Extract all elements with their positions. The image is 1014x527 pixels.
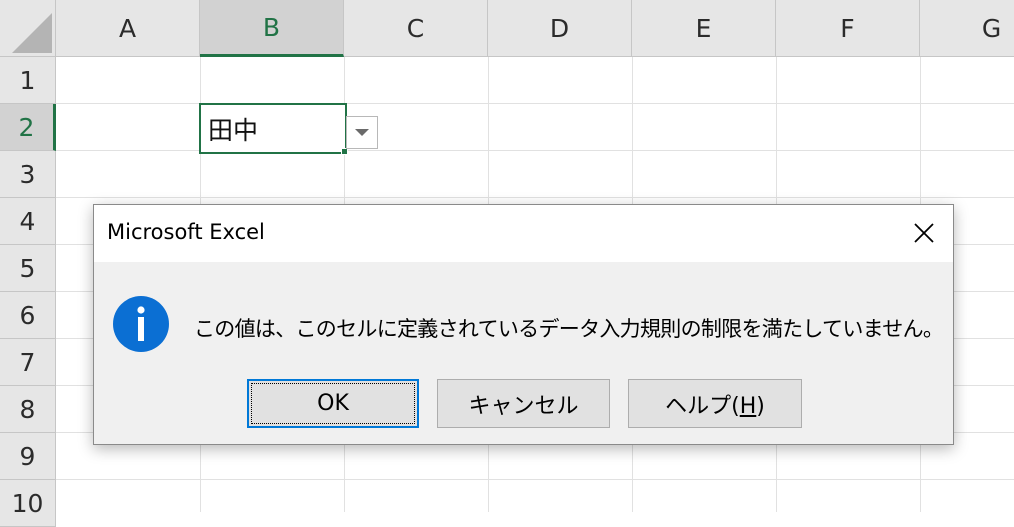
ok-button[interactable]: OK: [247, 379, 419, 428]
column-header-f[interactable]: F: [776, 0, 920, 57]
cancel-button-label: キャンセル: [468, 393, 579, 419]
help-accelerator-key: H: [739, 393, 757, 419]
column-header-e[interactable]: E: [632, 0, 776, 57]
row-header-10[interactable]: 10: [0, 480, 56, 527]
select-all-corner[interactable]: [0, 0, 56, 57]
row-header-1[interactable]: 1: [0, 57, 56, 104]
validation-error-dialog: Microsoft Excel この値は、このセルに定義されているデータ入力規則…: [93, 204, 954, 445]
row-header-5[interactable]: 5: [0, 245, 56, 292]
row-header-6[interactable]: 6: [0, 292, 56, 339]
active-cell-b2[interactable]: 田中: [199, 103, 347, 154]
column-header-b[interactable]: B: [200, 0, 344, 57]
fill-handle[interactable]: [341, 148, 348, 155]
row-header-9[interactable]: 9: [0, 433, 56, 480]
help-button-label: ヘルプ(H): [665, 388, 765, 420]
info-icon: [113, 296, 169, 352]
row-header-3[interactable]: 3: [0, 151, 56, 198]
row-header-2[interactable]: 2: [0, 104, 56, 151]
close-button[interactable]: [908, 217, 940, 249]
focus-rectangle: [251, 383, 415, 424]
column-header-d[interactable]: D: [488, 0, 632, 57]
gridline-horizontal: [56, 479, 1014, 480]
dialog-titlebar: Microsoft Excel: [94, 205, 953, 262]
row-header-4[interactable]: 4: [0, 198, 56, 245]
column-header-c[interactable]: C: [344, 0, 488, 57]
help-label-suffix: ): [756, 393, 765, 419]
validation-dropdown-button[interactable]: [346, 116, 378, 149]
dialog-title: Microsoft Excel: [107, 220, 265, 244]
help-label-prefix: ヘルプ(: [665, 393, 740, 419]
row-header-7[interactable]: 7: [0, 339, 56, 386]
column-header-g[interactable]: G: [920, 0, 1014, 57]
help-button[interactable]: ヘルプ(H): [628, 379, 802, 428]
row-header-8[interactable]: 8: [0, 386, 56, 433]
column-header-a[interactable]: A: [56, 0, 200, 57]
cancel-button[interactable]: キャンセル: [437, 379, 610, 428]
close-icon: [914, 223, 934, 243]
select-all-triangle: [12, 13, 52, 53]
chevron-down-icon: [355, 129, 369, 136]
dialog-message: この値は、このセルに定義されているデータ入力規則の制限を満たしていません。: [194, 317, 944, 341]
gridline-horizontal: [56, 197, 1014, 198]
